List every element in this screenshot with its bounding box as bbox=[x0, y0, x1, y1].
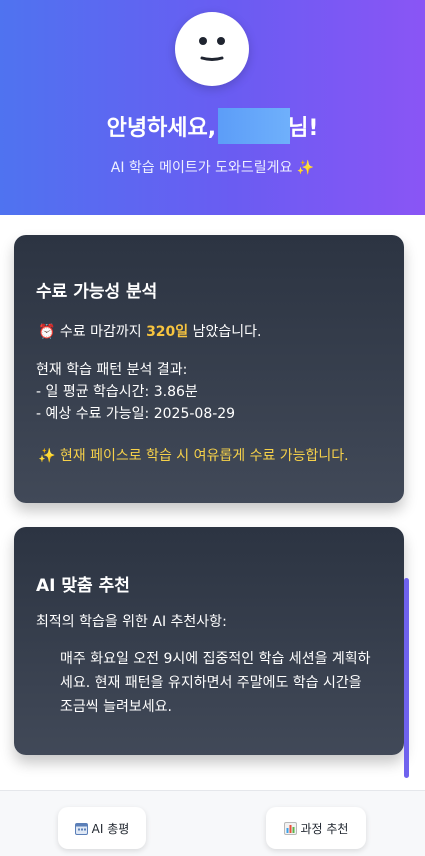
deadline-days: 320일 bbox=[146, 324, 189, 340]
completion-notice: ✨ 현재 페이스로 학습 시 여유롭게 수료 가능합니다. bbox=[38, 448, 349, 464]
deadline-text: ⏰ 수료 마감까지 320일 남았습니다. bbox=[38, 321, 261, 341]
bar-chart-icon bbox=[283, 821, 297, 835]
analysis-header: 현재 학습 패턴 분석 결과: bbox=[36, 362, 188, 378]
recommendation-text: 매주 화요일 오전 9시에 집중적인 학습 세션을 계획하세요. 현재 패턴을 … bbox=[60, 651, 371, 715]
completion-card-title: 수료 가능성 분석 bbox=[36, 282, 158, 302]
greeting-subtitle: AI 학습 메이트가 도와드릴게요 ✨ bbox=[110, 160, 315, 176]
deadline-prefix: ⏰ 수료 마감까지 bbox=[38, 324, 147, 340]
course-recommend-button[interactable]: 과정 추천 bbox=[266, 807, 366, 849]
recommendation-card-title: AI 맞춤 추천 bbox=[36, 576, 130, 596]
course-recommend-label: 과정 추천 bbox=[300, 821, 349, 836]
ai-recommendation-card: AI 맞춤 추천 최적의 학습을 위한 AI 추천사항: 매주 화요일 오전 9… bbox=[14, 527, 404, 755]
smiley-face-icon bbox=[199, 37, 225, 61]
recommendation-intro: 최적의 학습을 위한 AI 추천사항: bbox=[36, 614, 227, 630]
completion-analysis-card: 수료 가능성 분석 ⏰ 수료 마감까지 320일 남았습니다. 현재 학습 패턴… bbox=[14, 235, 404, 503]
greeting-prefix: 안녕하세요, bbox=[106, 116, 217, 141]
greeting-suffix: 님! bbox=[288, 116, 319, 141]
deadline-suffix: 남았습니다. bbox=[188, 324, 262, 340]
analysis-result: 현재 학습 패턴 분석 결과: - 일 평균 학습시간: 3.86분 - 예상 … bbox=[36, 359, 235, 425]
greeting-title: 안녕하세요, 님! bbox=[0, 108, 425, 144]
redacted-username bbox=[218, 108, 291, 144]
bottom-action-bar: AI 총평 과정 추천 bbox=[0, 790, 425, 856]
ai-review-button[interactable]: AI 총평 bbox=[58, 807, 146, 849]
header-banner: 안녕하세요, 님! AI 학습 메이트가 도와드릴게요 ✨ bbox=[0, 0, 425, 215]
ai-review-label: AI 총평 bbox=[91, 821, 130, 836]
expected-completion-date: - 예상 수료 가능일: 2025-08-29 bbox=[36, 406, 236, 422]
scrollbar-thumb[interactable] bbox=[404, 578, 409, 778]
avg-study-time: - 일 평균 학습시간: 3.86분 bbox=[36, 384, 198, 400]
avatar bbox=[175, 12, 249, 86]
calendar-icon bbox=[74, 822, 88, 835]
